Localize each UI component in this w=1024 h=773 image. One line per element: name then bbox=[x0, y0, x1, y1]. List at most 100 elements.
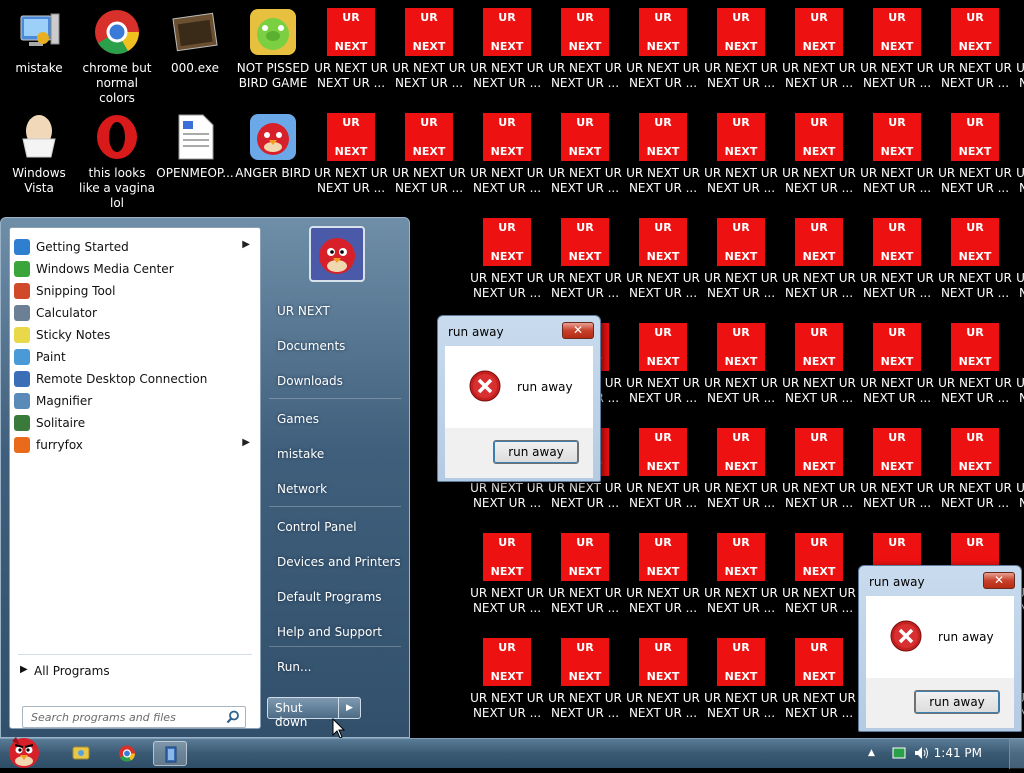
urnext-desktop-icon[interactable]: URNEXTUR NEXT UR NEXT UR ... bbox=[936, 420, 1014, 525]
urnext-desktop-icon[interactable]: URNEXTUR NEXT UR NEXT UR ... bbox=[936, 105, 1014, 210]
urnext-desktop-icon[interactable]: URNEXTUR NEXT UR NEXT UR ... bbox=[702, 0, 780, 105]
urnext-desktop-icon[interactable]: URNEXTUR NEXT UR NEXT UR ... bbox=[780, 210, 858, 315]
search-icon[interactable] bbox=[226, 710, 240, 724]
urnext-desktop-icon[interactable]: URNEXTUR NEXT UR NEXT UR ... bbox=[858, 420, 936, 525]
urnext-desktop-icon[interactable]: URNEXTUR NEXT UR NEXT UR ... bbox=[702, 630, 780, 735]
start-menu-link[interactable]: Downloads bbox=[277, 374, 409, 398]
user-avatar[interactable] bbox=[309, 226, 365, 282]
start-program-item[interactable]: Snipping Tool bbox=[10, 280, 260, 302]
urnext-desktop-icon[interactable]: URNEXTUR NEXT UR NEXT UR ... bbox=[780, 420, 858, 525]
start-program-item[interactable]: Magnifier bbox=[10, 390, 260, 412]
desktop-icon[interactable]: 000.exe bbox=[156, 0, 234, 105]
urnext-desktop-icon[interactable]: URNEXTUR NEXT UR NEXT UR ... bbox=[624, 0, 702, 105]
urnext-icon: UR NEXT bbox=[717, 428, 765, 476]
start-program-item[interactable]: Calculator bbox=[10, 302, 260, 324]
start-menu-link[interactable]: Documents bbox=[277, 339, 409, 363]
urnext-desktop-icon[interactable]: URNEXTUR NEXT UR NEXT UR ... bbox=[858, 0, 936, 105]
shutdown-button[interactable]: Shut down bbox=[267, 697, 339, 729]
show-hidden-icons-button[interactable]: ▲ bbox=[868, 748, 884, 764]
clock[interactable]: 1:41 PM bbox=[934, 746, 982, 760]
taskbar-window-button[interactable] bbox=[153, 741, 187, 766]
urnext-desktop-icon[interactable]: URNEXTUR NEXT UR NEXT UR ... bbox=[468, 0, 546, 105]
urnext-icon: UR NEXT bbox=[561, 533, 609, 581]
volume-icon[interactable] bbox=[914, 746, 930, 762]
show-desktop-button[interactable] bbox=[1009, 739, 1024, 769]
urnext-desktop-icon[interactable]: URNEXTUR NEXT UR NEXT UR ... bbox=[624, 525, 702, 630]
start-program-item[interactable]: furryfox ▶ bbox=[10, 434, 260, 456]
urnext-desktop-icon[interactable]: URNEXTUR NEXT UR NEXT UR ... bbox=[312, 105, 390, 210]
urnext-desktop-icon[interactable]: URNEXTUR NEXT UR NEXT UR ... bbox=[624, 105, 702, 210]
urnext-desktop-icon[interactable]: URNEXTUR NEXT UR NEXT UR ... bbox=[468, 210, 546, 315]
urnext-desktop-icon[interactable]: URNEXTUR NEXT UR NEXT UR ... bbox=[702, 315, 780, 420]
desktop-icon[interactable]: chrome but normal colors bbox=[78, 0, 156, 105]
urnext-desktop-icon[interactable]: URNEXTUR NEXT UR NEXT UR ... bbox=[312, 0, 390, 105]
urnext-desktop-icon[interactable]: URNEXTUR NEXT UR NEXT UR ... bbox=[1014, 420, 1024, 525]
urnext-desktop-icon[interactable]: URNEXTUR NEXT UR NEXT UR ... bbox=[624, 315, 702, 420]
start-program-item[interactable]: Getting Started ▶ bbox=[10, 236, 260, 258]
desktop-icon[interactable]: Windows Vista bbox=[0, 105, 78, 210]
start-program-item[interactable]: Remote Desktop Connection bbox=[10, 368, 260, 390]
start-program-item[interactable]: Solitaire bbox=[10, 412, 260, 434]
close-button[interactable]: ✕ bbox=[983, 572, 1015, 589]
urnext-desktop-icon[interactable]: URNEXTUR NEXT UR NEXT UR ... bbox=[936, 0, 1014, 105]
desktop-icon[interactable]: ANGER BIRD bbox=[234, 105, 312, 210]
urnext-desktop-icon[interactable]: URNEXTUR NEXT UR NEXT UR ... bbox=[546, 105, 624, 210]
run-away-button[interactable]: run away bbox=[914, 690, 1000, 714]
start-program-item[interactable]: Sticky Notes bbox=[10, 324, 260, 346]
urnext-desktop-icon[interactable]: URNEXTUR NEXT UR NEXT UR ... bbox=[1014, 105, 1024, 210]
desktop-icon[interactable]: OPENMEOP... bbox=[156, 105, 234, 210]
urnext-desktop-icon[interactable]: URNEXTUR NEXT UR NEXT UR ... bbox=[546, 210, 624, 315]
urnext-desktop-icon[interactable]: URNEXTUR NEXT UR NEXT UR ... bbox=[702, 105, 780, 210]
urnext-desktop-icon[interactable]: URNEXTUR NEXT UR NEXT UR ... bbox=[702, 210, 780, 315]
close-button[interactable]: ✕ bbox=[562, 322, 594, 339]
start-menu-link[interactable]: Network bbox=[277, 482, 409, 506]
start-menu-link[interactable]: mistake bbox=[277, 447, 409, 471]
taskbar-chrome-button[interactable] bbox=[110, 741, 144, 766]
urnext-desktop-icon[interactable]: URNEXTUR NEXT UR NEXT UR ... bbox=[780, 525, 858, 630]
urnext-desktop-icon[interactable]: URNEXTUR NEXT UR NEXT UR ... bbox=[858, 105, 936, 210]
urnext-desktop-icon[interactable]: URNEXTUR NEXT UR NEXT UR ... bbox=[624, 210, 702, 315]
network-icon[interactable] bbox=[892, 746, 908, 762]
start-program-item[interactable]: Paint bbox=[10, 346, 260, 368]
run-away-button[interactable]: run away bbox=[493, 440, 579, 464]
urnext-desktop-icon[interactable]: URNEXTUR NEXT UR NEXT UR ... bbox=[936, 315, 1014, 420]
start-menu-link[interactable]: Games bbox=[277, 412, 409, 436]
urnext-desktop-icon[interactable]: URNEXTUR NEXT UR NEXT UR ... bbox=[1014, 315, 1024, 420]
start-program-item[interactable]: Windows Media Center bbox=[10, 258, 260, 280]
desktop-icon[interactable]: NOT PISSED BIRD GAME bbox=[234, 0, 312, 105]
urnext-desktop-icon[interactable]: URNEXTUR NEXT UR NEXT UR ... bbox=[858, 315, 936, 420]
all-programs-item[interactable]: ▶ All Programs bbox=[10, 660, 260, 682]
urnext-desktop-icon[interactable]: URNEXTUR NEXT UR NEXT UR ... bbox=[390, 0, 468, 105]
urnext-desktop-icon[interactable]: URNEXTUR NEXT UR NEXT UR ... bbox=[624, 420, 702, 525]
taskbar-explorer-button[interactable] bbox=[64, 741, 98, 766]
urnext-desktop-icon[interactable]: URNEXTUR NEXT UR NEXT UR ... bbox=[780, 315, 858, 420]
urnext-desktop-icon[interactable]: URNEXTUR NEXT UR NEXT UR ... bbox=[936, 210, 1014, 315]
desktop-icon-label: ANGER BIRD bbox=[235, 166, 311, 180]
urnext-desktop-icon[interactable]: URNEXTUR NEXT UR NEXT UR ... bbox=[702, 525, 780, 630]
start-button[interactable] bbox=[2, 733, 46, 769]
urnext-desktop-icon[interactable]: URNEXTUR NEXT UR NEXT UR ... bbox=[468, 105, 546, 210]
urnext-desktop-icon[interactable]: URNEXTUR NEXT UR NEXT UR ... bbox=[780, 630, 858, 735]
urnext-desktop-icon[interactable]: URNEXTUR NEXT UR NEXT UR ... bbox=[1014, 210, 1024, 315]
start-menu-link[interactable]: Devices and Printers bbox=[277, 555, 409, 579]
urnext-desktop-icon[interactable]: URNEXTUR NEXT UR NEXT UR ... bbox=[1014, 0, 1024, 105]
urnext-desktop-icon[interactable]: URNEXTUR NEXT UR NEXT UR ... bbox=[468, 630, 546, 735]
urnext-desktop-icon[interactable]: URNEXTUR NEXT UR NEXT UR ... bbox=[858, 210, 936, 315]
desktop-icon[interactable]: this looks like a vagina lol bbox=[78, 105, 156, 210]
urnext-desktop-icon[interactable]: URNEXTUR NEXT UR NEXT UR ... bbox=[702, 420, 780, 525]
urnext-desktop-icon[interactable]: URNEXTUR NEXT UR NEXT UR ... bbox=[780, 0, 858, 105]
urnext-desktop-icon[interactable]: URNEXTUR NEXT UR NEXT UR ... bbox=[468, 525, 546, 630]
start-menu-link[interactable]: Control Panel bbox=[277, 520, 409, 544]
desktop-icon[interactable]: mistake bbox=[0, 0, 78, 105]
urnext-desktop-icon[interactable]: URNEXTUR NEXT UR NEXT UR ... bbox=[390, 105, 468, 210]
urnext-desktop-icon[interactable]: URNEXTUR NEXT UR NEXT UR ... bbox=[624, 630, 702, 735]
urnext-desktop-icon[interactable]: URNEXTUR NEXT UR NEXT UR ... bbox=[546, 525, 624, 630]
search-input[interactable]: Search programs and files bbox=[22, 706, 246, 728]
start-menu-link[interactable]: Run... bbox=[277, 660, 409, 684]
urnext-desktop-icon[interactable]: URNEXTUR NEXT UR NEXT UR ... bbox=[780, 105, 858, 210]
shutdown-options-button[interactable]: ▶ bbox=[339, 697, 361, 719]
urnext-desktop-icon[interactable]: URNEXTUR NEXT UR NEXT UR ... bbox=[546, 0, 624, 105]
start-menu-link[interactable]: Default Programs bbox=[277, 590, 409, 614]
start-menu-link[interactable]: UR NEXT bbox=[277, 304, 409, 328]
urnext-desktop-icon[interactable]: URNEXTUR NEXT UR NEXT UR ... bbox=[546, 630, 624, 735]
